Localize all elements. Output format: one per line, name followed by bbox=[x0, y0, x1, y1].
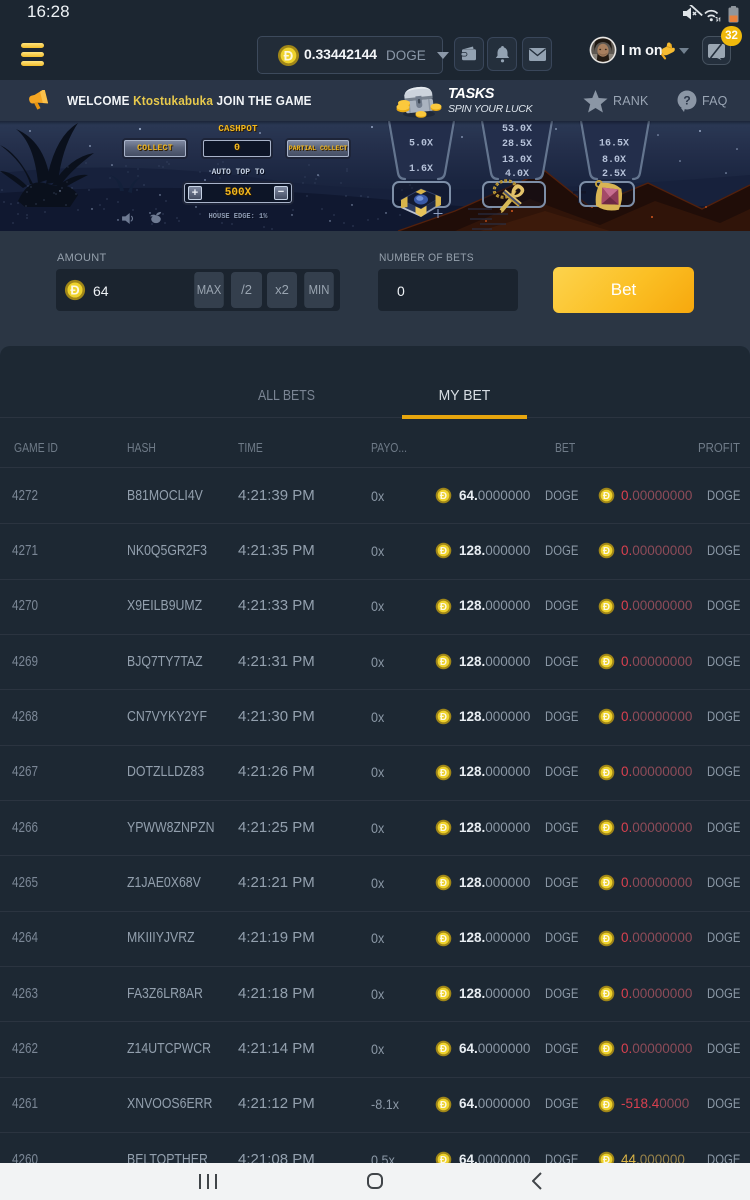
svg-text:Đ: Đ bbox=[603, 989, 610, 1000]
svg-text:Đ: Đ bbox=[603, 1044, 610, 1055]
svg-text:Đ: Đ bbox=[440, 491, 447, 502]
svg-text:Đ: Đ bbox=[603, 934, 610, 945]
svg-text:8.0X: 8.0X bbox=[602, 155, 626, 166]
svg-text:16.5X: 16.5X bbox=[599, 139, 629, 150]
svg-text:4.0X: 4.0X bbox=[505, 169, 529, 180]
svg-text:Đ: Đ bbox=[603, 768, 610, 779]
svg-text:Đ: Đ bbox=[603, 1100, 610, 1111]
svg-text:Đ: Đ bbox=[440, 546, 447, 557]
svg-text:Đ: Đ bbox=[603, 823, 610, 834]
svg-text:Đ: Đ bbox=[603, 491, 610, 502]
svg-text:?: ? bbox=[683, 94, 690, 108]
svg-text:Đ: Đ bbox=[603, 602, 610, 613]
svg-text:Đ: Đ bbox=[603, 878, 610, 889]
svg-text:Đ: Đ bbox=[440, 768, 447, 779]
svg-text:2.5X: 2.5X bbox=[602, 169, 626, 180]
svg-text:53.0X: 53.0X bbox=[502, 124, 532, 135]
svg-text:Đ: Đ bbox=[284, 48, 294, 63]
svg-text:Đ: Đ bbox=[440, 657, 447, 668]
svg-text:Đ: Đ bbox=[70, 283, 79, 298]
svg-text:Đ: Đ bbox=[440, 934, 447, 945]
svg-text:1.6X: 1.6X bbox=[409, 164, 433, 175]
svg-text:Đ: Đ bbox=[440, 602, 447, 613]
svg-text:Đ: Đ bbox=[440, 712, 447, 723]
svg-text:Đ: Đ bbox=[440, 989, 447, 1000]
svg-text:5.0X: 5.0X bbox=[409, 139, 433, 150]
svg-text:Đ: Đ bbox=[603, 712, 610, 723]
svg-text:13.0X: 13.0X bbox=[502, 155, 532, 166]
svg-text:28.5X: 28.5X bbox=[502, 139, 532, 150]
svg-text:Đ: Đ bbox=[440, 1044, 447, 1055]
svg-text:Đ: Đ bbox=[603, 657, 610, 668]
svg-text:Đ: Đ bbox=[440, 823, 447, 834]
svg-text:Đ: Đ bbox=[603, 546, 610, 557]
svg-text:Đ: Đ bbox=[440, 878, 447, 889]
svg-text:Đ: Đ bbox=[440, 1100, 447, 1111]
